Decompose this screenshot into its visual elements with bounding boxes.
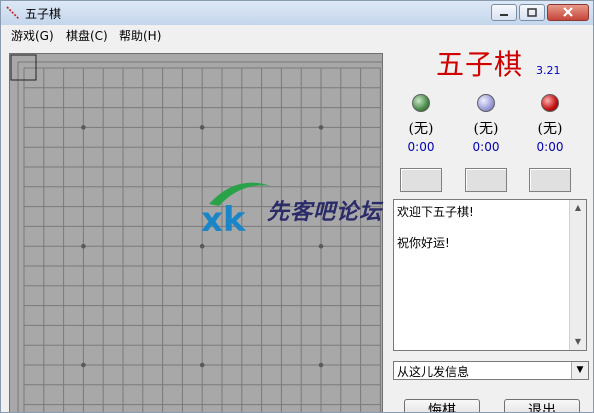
message-line: 欢迎下五子棋! xyxy=(397,205,474,219)
player-time: 0:00 xyxy=(472,140,500,154)
message-scrollbar[interactable]: ▲ ▼ xyxy=(569,200,586,350)
player-name: (无) xyxy=(408,121,434,137)
player-slot-1: (无) 0:00 xyxy=(391,94,451,192)
game-board[interactable] xyxy=(9,53,383,413)
star-point xyxy=(81,125,86,130)
menu-help[interactable]: 帮助(H) xyxy=(119,27,161,44)
green-stone-icon xyxy=(412,94,430,112)
svg-text:xk: xk xyxy=(201,200,247,236)
player-name: (无) xyxy=(473,121,499,137)
seat-button[interactable] xyxy=(529,168,571,192)
menu-game[interactable]: 游戏(G) xyxy=(11,27,54,44)
close-button[interactable] xyxy=(547,4,589,21)
star-point xyxy=(199,125,205,130)
star-point xyxy=(81,243,86,249)
message-line: 祝你好运! xyxy=(397,236,450,250)
menu-board[interactable]: 棋盘(C) xyxy=(66,27,108,44)
chevron-down-icon[interactable]: ▼ xyxy=(571,362,588,379)
board-outer-border xyxy=(17,61,382,412)
game-title: 五子棋 xyxy=(436,48,524,81)
player-time: 0:00 xyxy=(536,140,564,154)
player-time: 0:00 xyxy=(407,140,435,154)
player-name: (无) xyxy=(537,121,563,137)
scroll-down-icon[interactable]: ▼ xyxy=(570,334,586,350)
star-point xyxy=(81,362,86,368)
red-stone-icon xyxy=(541,94,559,112)
minimize-button[interactable] xyxy=(491,4,517,21)
title-bar: 五子棋 xyxy=(1,1,593,26)
player-slot-2: (无) 0:00 xyxy=(456,94,516,192)
message-input-text[interactable]: 从这儿发信息 xyxy=(397,363,469,380)
close-icon xyxy=(563,7,573,17)
star-point xyxy=(199,362,205,368)
message-log[interactable]: 欢迎下五子棋! 祝你好运! ▲ ▼ xyxy=(393,199,587,351)
watermark-logo-icon: xk xyxy=(201,182,271,236)
message-input-combo[interactable]: 从这儿发信息 ▼ xyxy=(393,361,589,380)
undo-button[interactable]: 悔棋 xyxy=(404,399,480,412)
player-slot-3: (无) 0:00 xyxy=(520,94,580,192)
star-point xyxy=(318,125,324,130)
blue-stone-icon xyxy=(477,94,495,112)
star-point xyxy=(318,243,324,249)
watermark-text: 先客吧论坛 xyxy=(267,199,383,225)
scroll-up-icon[interactable]: ▲ xyxy=(570,200,586,216)
seat-button[interactable] xyxy=(400,168,442,192)
app-icon xyxy=(6,6,20,20)
maximize-icon xyxy=(527,8,537,17)
star-point xyxy=(199,243,205,249)
window-title: 五子棋 xyxy=(25,7,62,21)
game-window: 五子棋 游戏(G) 棋盘(C) 帮助(H) xk 先客吧论坛 五子棋 3.21 … xyxy=(0,0,594,413)
version-label: 3.21 xyxy=(536,64,561,77)
board-grid[interactable] xyxy=(10,54,382,413)
star-point xyxy=(318,362,324,368)
maximize-button[interactable] xyxy=(519,4,545,21)
seat-button[interactable] xyxy=(465,168,507,192)
exit-button[interactable]: 退出 xyxy=(504,399,580,412)
minimize-icon xyxy=(500,14,508,16)
menu-bar: 游戏(G) 棋盘(C) 帮助(H) xyxy=(1,25,593,45)
